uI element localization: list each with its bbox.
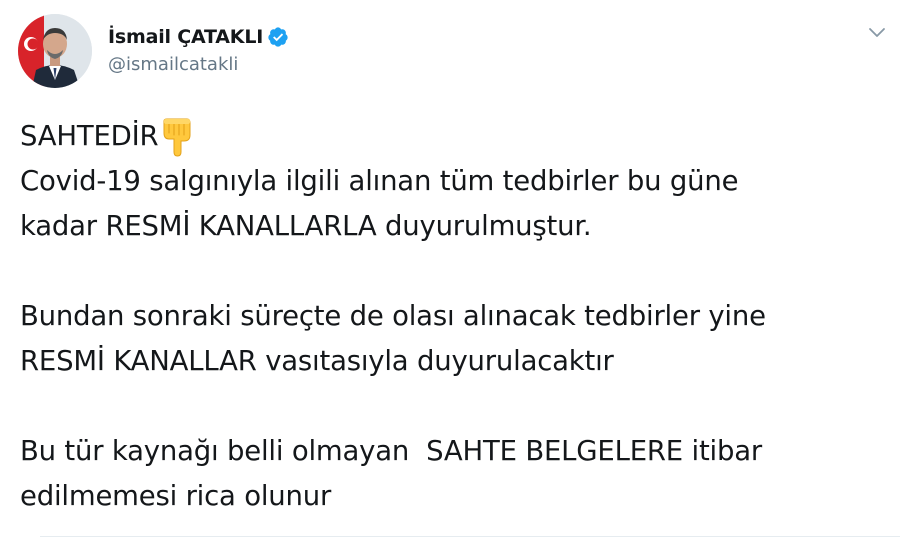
author-handle[interactable]: @ismailcatakli (108, 54, 289, 75)
backhand-index-pointing-down-icon (160, 117, 194, 157)
tweet-line-3: kadar RESMİ KANALLARLA duyurulmuştur. (20, 210, 592, 242)
verified-badge-icon (267, 26, 289, 48)
tweet-line-2: Covid-19 salgınıyla ilgili alınan tüm te… (20, 165, 739, 197)
divider (40, 536, 900, 537)
tweet-card: İsmail ÇATAKLI @ismailcatakli SAHTEDİR C… (0, 0, 900, 541)
tweet-line-1: SAHTEDİR (20, 114, 890, 159)
tweet-text: SAHTEDİR Covid-19 salgınıyla ilgili alın… (20, 114, 890, 519)
author-block[interactable]: İsmail ÇATAKLI @ismailcatakli (108, 24, 289, 75)
tweet-line-7: edilmemesi rica olunur (20, 480, 332, 512)
author-display-name[interactable]: İsmail ÇATAKLI (108, 26, 263, 48)
tweet-line-1-text: SAHTEDİR (20, 120, 159, 152)
author-name-row: İsmail ÇATAKLI (108, 24, 289, 50)
avatar[interactable] (18, 14, 92, 88)
avatar-image (18, 14, 92, 88)
tweet-line-6: Bu tür kaynağı belli olmayan SAHTE BELGE… (20, 435, 762, 467)
tweet-line-5: RESMİ KANALLAR vasıtasıyla duyurulacaktı… (20, 345, 614, 377)
tweet-line-4: Bundan sonraki süreçte de olası alınacak… (20, 300, 766, 332)
chevron-down-icon[interactable] (866, 22, 888, 44)
